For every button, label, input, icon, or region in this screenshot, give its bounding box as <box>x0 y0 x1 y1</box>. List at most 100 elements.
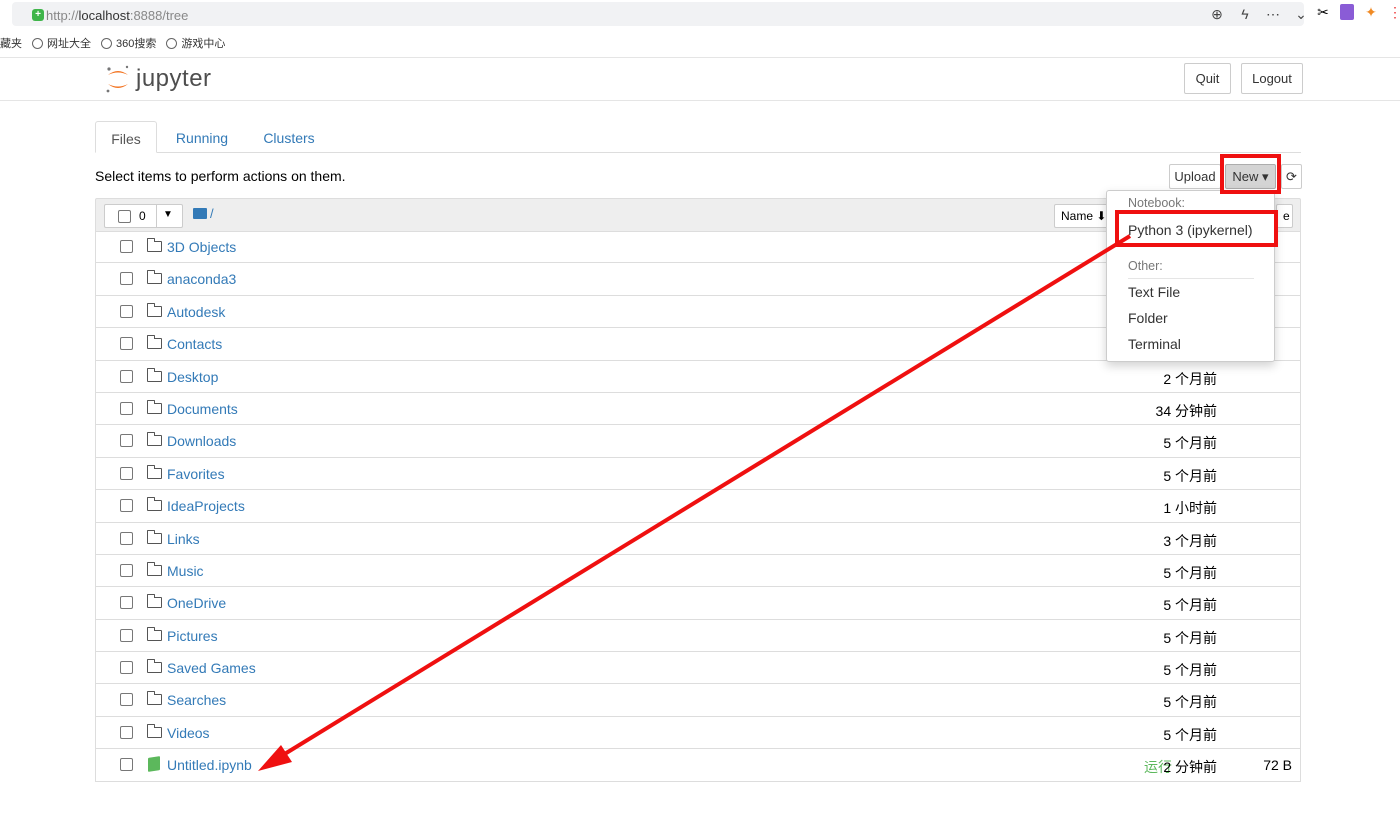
row-checkbox[interactable] <box>120 758 133 772</box>
file-name-link[interactable]: Documents <box>167 401 238 417</box>
file-name-link[interactable]: 3D Objects <box>167 239 236 255</box>
notebook-section-header: Notebook: <box>1128 196 1185 210</box>
row-checkbox[interactable] <box>120 240 133 253</box>
new-folder-item[interactable]: Folder <box>1128 310 1168 326</box>
new-terminal-item[interactable]: Terminal <box>1128 336 1181 352</box>
bookmark-360-search[interactable]: 360搜索 <box>101 35 156 51</box>
row-checkbox[interactable] <box>120 661 133 675</box>
quit-button[interactable]: Quit <box>1184 63 1231 94</box>
file-row[interactable]: IdeaProjects 1 小时前 <box>95 490 1301 523</box>
last-modified: 5 个月前 <box>1163 597 1217 614</box>
folder-icon <box>147 464 162 479</box>
file-row[interactable]: Downloads 5 个月前 <box>95 425 1301 458</box>
file-row[interactable]: Untitled.ipynb 运行 2 分钟前 72 B <box>95 749 1301 782</box>
file-name-link[interactable]: Saved Games <box>167 660 256 676</box>
new-button-highlight <box>1220 154 1281 194</box>
row-checkbox[interactable] <box>120 434 133 448</box>
secure-shield-icon: + <box>32 9 44 21</box>
file-name-link[interactable]: IdeaProjects <box>167 498 245 514</box>
bookmark-url-directory[interactable]: 网址大全 <box>32 35 91 51</box>
row-checkbox[interactable] <box>120 725 133 739</box>
selection-hint: Select items to perform actions on them. <box>95 168 346 184</box>
url-text[interactable]: http://localhost:8888/tree <box>46 8 188 23</box>
bookmark-label: 藏夹 <box>0 38 22 50</box>
file-row[interactable]: Favorites 5 个月前 <box>95 457 1301 491</box>
folder-icon <box>147 529 162 544</box>
select-all-checkbox[interactable] <box>118 210 131 223</box>
file-row[interactable]: Pictures 5 个月前 <box>95 619 1301 653</box>
zoom-icon[interactable]: ⊕ <box>1210 6 1224 26</box>
file-name-link[interactable]: Autodesk <box>167 304 225 320</box>
folder-icon <box>147 432 162 447</box>
file-row[interactable]: Saved Games 5 个月前 <box>95 652 1301 685</box>
bookmarks-bar: 藏夹 网址大全 360搜索 游戏中心 <box>0 33 225 53</box>
file-row[interactable]: OneDrive 5 个月前 <box>95 587 1301 620</box>
sort-last-modified-button[interactable]: e <box>1276 204 1293 228</box>
file-row[interactable]: Desktop 2 个月前 <box>95 360 1301 393</box>
last-modified: 2 分钟前 <box>1163 759 1217 776</box>
select-all-control: 0 ▼ <box>104 204 183 228</box>
chevron-down-icon[interactable]: ⌄ <box>1294 6 1308 26</box>
file-row[interactable]: Music 5 个月前 <box>95 554 1301 588</box>
jupyter-logo[interactable]: jupyter <box>104 62 212 96</box>
row-checkbox[interactable] <box>120 272 133 286</box>
file-name-link[interactable]: Links <box>167 531 200 547</box>
upload-button[interactable]: Upload <box>1169 164 1221 189</box>
file-row[interactable]: Documents 34 分钟前 <box>95 392 1301 426</box>
url-prefix: http:// <box>46 8 79 23</box>
new-text-file-item[interactable]: Text File <box>1128 284 1180 300</box>
file-name-link[interactable]: Contacts <box>167 336 222 352</box>
file-row[interactable]: Links 3 个月前 <box>95 522 1301 555</box>
row-checkbox[interactable] <box>120 337 133 351</box>
file-name-link[interactable]: Music <box>167 563 204 579</box>
row-checkbox[interactable] <box>120 304 133 318</box>
breadcrumb[interactable]: / <box>210 206 214 221</box>
file-name-link[interactable]: Desktop <box>167 369 218 385</box>
row-checkbox[interactable] <box>120 628 133 642</box>
file-name-link[interactable]: Untitled.ipynb <box>167 757 252 773</box>
folder-icon <box>147 367 162 382</box>
lightning-icon[interactable]: ϟ <box>1238 6 1252 26</box>
row-checkbox[interactable] <box>120 369 133 383</box>
file-name-link[interactable]: Favorites <box>167 466 225 482</box>
last-modified: 5 个月前 <box>1163 629 1217 646</box>
refresh-button[interactable]: ⟳ <box>1281 164 1302 189</box>
logout-button[interactable]: Logout <box>1241 63 1303 94</box>
file-name-link[interactable]: anaconda3 <box>167 271 236 287</box>
row-checkbox[interactable] <box>120 466 133 480</box>
extension-game-icon[interactable]: ✦ <box>1364 4 1378 20</box>
file-size: 72 B <box>1263 757 1292 774</box>
more-icon[interactable]: ⋯ <box>1266 6 1280 26</box>
row-checkbox[interactable] <box>120 499 133 513</box>
sort-name-button[interactable]: Name ⬇ <box>1054 204 1114 228</box>
folder-icon[interactable] <box>193 208 207 219</box>
row-checkbox[interactable] <box>120 531 133 545</box>
folder-icon <box>147 659 162 674</box>
tab-clusters[interactable]: Clusters <box>255 121 323 153</box>
tab-running[interactable]: Running <box>167 121 237 153</box>
row-checkbox[interactable] <box>120 401 133 415</box>
address-bar-tools: ⊕ ϟ ⋯ ⌄ <box>1210 6 1308 26</box>
tab-files[interactable]: Files <box>95 121 157 153</box>
file-row[interactable]: Searches 5 个月前 <box>95 684 1301 717</box>
bookmark-favorites[interactable]: 藏夹 <box>0 35 22 51</box>
bookmark-game-center[interactable]: 游戏中心 <box>166 35 225 51</box>
row-checkbox[interactable] <box>120 596 133 610</box>
file-name-link[interactable]: Videos <box>167 725 210 741</box>
file-name-link[interactable]: Searches <box>167 692 226 708</box>
file-row[interactable]: Videos 5 个月前 <box>95 716 1301 750</box>
address-bar[interactable]: + http://localhost:8888/tree ⊕ ϟ ⋯ ⌄ <box>12 2 1307 26</box>
last-modified: 1 小时前 <box>1163 500 1217 517</box>
file-name-link[interactable]: Downloads <box>167 433 236 449</box>
notebook-icon <box>148 756 160 773</box>
file-name-link[interactable]: OneDrive <box>167 595 226 611</box>
url-path: :8888/tree <box>129 8 189 23</box>
scissors-icon[interactable]: ✂ <box>1316 4 1330 20</box>
file-name-link[interactable]: Pictures <box>167 628 218 644</box>
extension-more-icon[interactable]: ⋮ <box>1388 4 1400 20</box>
row-checkbox[interactable] <box>120 693 133 707</box>
row-checkbox[interactable] <box>120 563 133 577</box>
extension-purple-icon[interactable] <box>1340 4 1354 20</box>
menu-divider <box>1128 278 1254 279</box>
select-menu-caret-icon[interactable]: ▼ <box>163 209 173 220</box>
